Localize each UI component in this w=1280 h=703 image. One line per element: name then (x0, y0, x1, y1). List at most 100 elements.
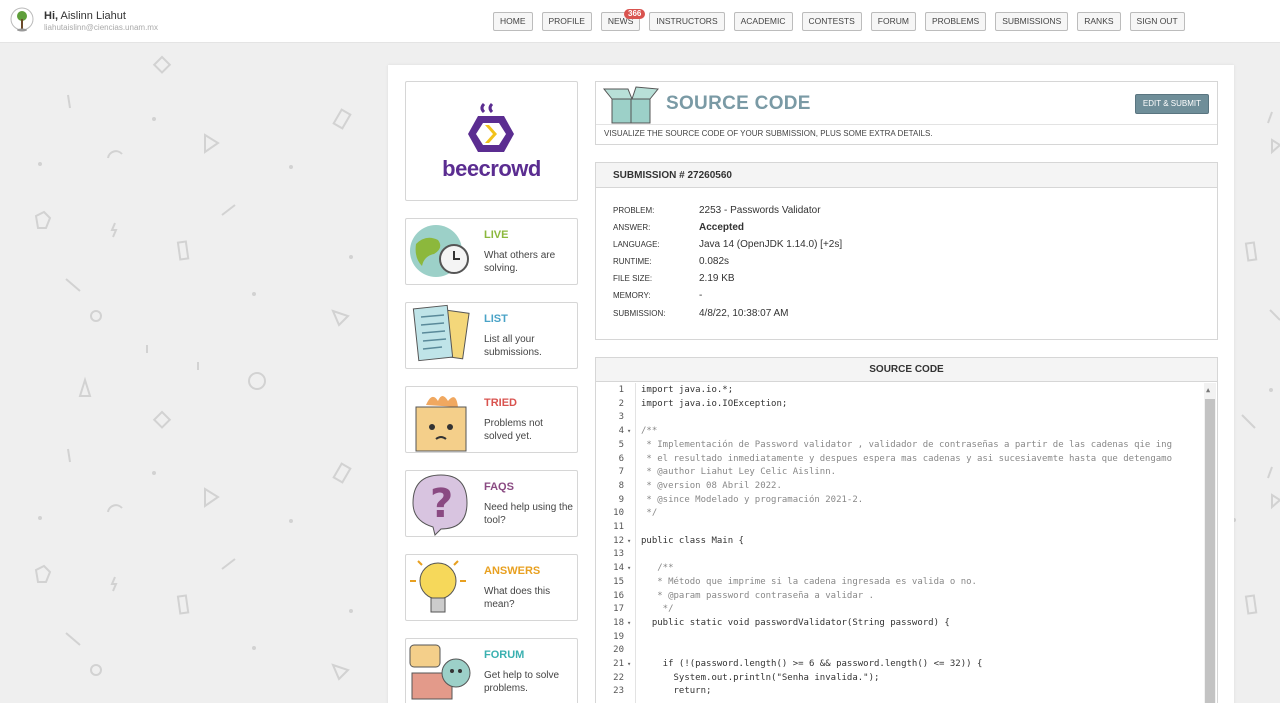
fold-toggle-icon[interactable]: ▾ (627, 562, 631, 576)
menu-list[interactable]: LIST List all your submissions. (405, 302, 578, 369)
code-text: * @author Liahut Ley Celic Aislinn. (641, 467, 837, 478)
nav-news[interactable]: NEWS 366 (600, 9, 646, 31)
question-bubble-icon: ? (412, 474, 468, 536)
code-text: * Método que imprime si la cadena ingres… (641, 576, 977, 587)
menu-tried-title: TRIED (484, 397, 517, 409)
line-number: 20 (613, 645, 624, 656)
language-value: Java 14 (OpenJDK 1.14.0) [+2s] (699, 239, 843, 250)
line-number: 14 (613, 563, 624, 574)
logo[interactable]: beecrowd (405, 81, 578, 201)
nav-contests[interactable]: CONTESTS (801, 12, 862, 31)
menu-faqs[interactable]: ? FAQS Need help using the tool? (405, 470, 578, 537)
memory-value: - (699, 290, 703, 301)
code-text: * @param password contraseña a validar . (641, 590, 874, 601)
nav-problems[interactable]: PROBLEMS (924, 12, 987, 31)
line-number: 12 (613, 535, 624, 546)
beecrowd-logo-icon (468, 102, 514, 152)
fold-toggle-icon[interactable]: ▾ (627, 425, 631, 439)
menu-tried[interactable]: TRIED Problems not solved yet. (405, 386, 578, 453)
vertical-scrollbar[interactable]: ▲ (1204, 383, 1216, 703)
line-number: 1 (618, 385, 624, 395)
nav-ranks[interactable]: RANKS (1077, 12, 1121, 31)
top-bar: Hi, Aislinn Liahut liahutaislinn@ciencia… (0, 0, 1280, 43)
sidebar: beecrowd LIVE What others are solving. L… (405, 81, 578, 703)
nav-academic[interactable]: ACADEMIC (733, 12, 793, 31)
chat-bubbles-icon (409, 644, 471, 700)
burning-box-icon (415, 396, 467, 452)
menu-answers[interactable]: ANSWERS What does this mean? (405, 554, 578, 621)
problem-link[interactable]: 2253 - Passwords Validator (699, 205, 821, 216)
line-number: 5 (618, 439, 624, 450)
answer-status: Accepted (699, 222, 745, 233)
code-text: import java.io.IOException; (641, 398, 788, 409)
submission-heading: SUBMISSION # 27260560 (596, 163, 1217, 188)
user-email: liahutaislinn@ciencias.unam.mx (44, 23, 158, 32)
news-count-badge: 366 (624, 9, 646, 19)
code-text: /** (641, 563, 674, 574)
nav-profile[interactable]: PROFILE (541, 12, 592, 31)
line-number: 4 (618, 426, 624, 437)
line-number: 18 (613, 617, 624, 628)
source-code-panel: SOURCE CODE 1 import java.io.*; 2 import ja… (595, 357, 1218, 703)
code-text: if (!(password.length() >= 6 && password… (641, 659, 983, 669)
code-text: public class Main { (641, 535, 744, 546)
avatar[interactable] (10, 7, 34, 35)
menu-tried-desc: Problems not solved yet. (484, 418, 543, 442)
menu-forum-desc: Get help to solve problems. (484, 670, 560, 694)
menu-forum-title: FORUM (484, 649, 525, 661)
line-number: 13 (613, 549, 624, 560)
user-name[interactable]: Aislinn Liahut (61, 10, 126, 22)
menu-faqs-desc: Need help using the tool? (484, 502, 573, 526)
documents-icon (412, 304, 470, 362)
fold-toggle-icon[interactable]: ▾ (627, 617, 631, 631)
line-number: 16 (613, 590, 624, 601)
line-number: 7 (618, 467, 624, 478)
code-text: * @since Modelado y programación 2021-2. (641, 494, 864, 505)
line-number: 17 (613, 604, 624, 615)
line-number: 9 (618, 494, 624, 505)
line-number: 22 (613, 672, 624, 683)
nav-instructors[interactable]: INSTRUCTORS (649, 12, 725, 31)
menu-answers-title: ANSWERS (484, 565, 541, 577)
line-number: 15 (613, 576, 624, 587)
menu-live-title: LIVE (484, 229, 509, 241)
menu-list-desc: List all your submissions. (484, 334, 542, 358)
fold-toggle-icon[interactable]: ▾ (627, 535, 631, 549)
file-size-value: 2.19 KB (699, 273, 735, 284)
code-text: * el resultado inmediatamente y despues … (641, 453, 1173, 464)
nav-forum[interactable]: FORUM (870, 12, 916, 31)
code-text: import java.io.*; (641, 385, 734, 395)
menu-answers-desc: What does this mean? (484, 586, 551, 610)
main-container: beecrowd LIVE What others are solving. L… (388, 65, 1234, 703)
detail-label: RUNTIME: (613, 257, 652, 266)
nav-sign-out[interactable]: SIGN OUT (1129, 12, 1185, 31)
detail-label: FILE SIZE: (613, 274, 653, 283)
code-text: */ (641, 604, 674, 615)
line-number: 6 (618, 453, 624, 464)
code-text: public static void passwordValidator(Str… (641, 617, 950, 628)
fold-toggle-icon[interactable]: ▾ (627, 658, 631, 672)
edit-submit-button[interactable]: EDIT & SUBMIT (1134, 94, 1209, 114)
svg-text:?: ? (430, 481, 453, 527)
greeting: Hi, Aislinn Liahut (44, 10, 126, 22)
code-text: /** (641, 426, 658, 437)
line-number: 11 (613, 522, 624, 532)
detail-label: ANSWER: (613, 223, 651, 232)
detail-label: SUBMISSION: (613, 309, 666, 318)
code-editor[interactable]: 1 import java.io.*; 2 import java.io.IOExce… (596, 383, 1217, 703)
menu-forum[interactable]: FORUM Get help to solve problems. (405, 638, 578, 703)
submission-date-value: 4/8/22, 10:38:07 AM (699, 308, 789, 319)
lightbulb-icon (410, 560, 466, 613)
line-number: 8 (618, 480, 624, 491)
menu-faqs-title: FAQS (484, 481, 514, 493)
detail-label: PROBLEM: (613, 206, 655, 215)
content: SOURCE CODE EDIT & SUBMIT VISUALIZE THE … (595, 81, 1218, 703)
menu-live[interactable]: LIVE What others are solving. (405, 218, 578, 285)
page-header: SOURCE CODE EDIT & SUBMIT VISUALIZE THE … (595, 81, 1218, 145)
globe-clock-icon (410, 225, 469, 277)
source-code-heading: SOURCE CODE (596, 358, 1217, 382)
nav-submissions[interactable]: SUBMISSIONS (995, 12, 1069, 31)
scroll-up-icon[interactable]: ▲ (1206, 386, 1210, 394)
scroll-thumb[interactable] (1205, 399, 1215, 703)
nav-home[interactable]: HOME (493, 12, 533, 31)
